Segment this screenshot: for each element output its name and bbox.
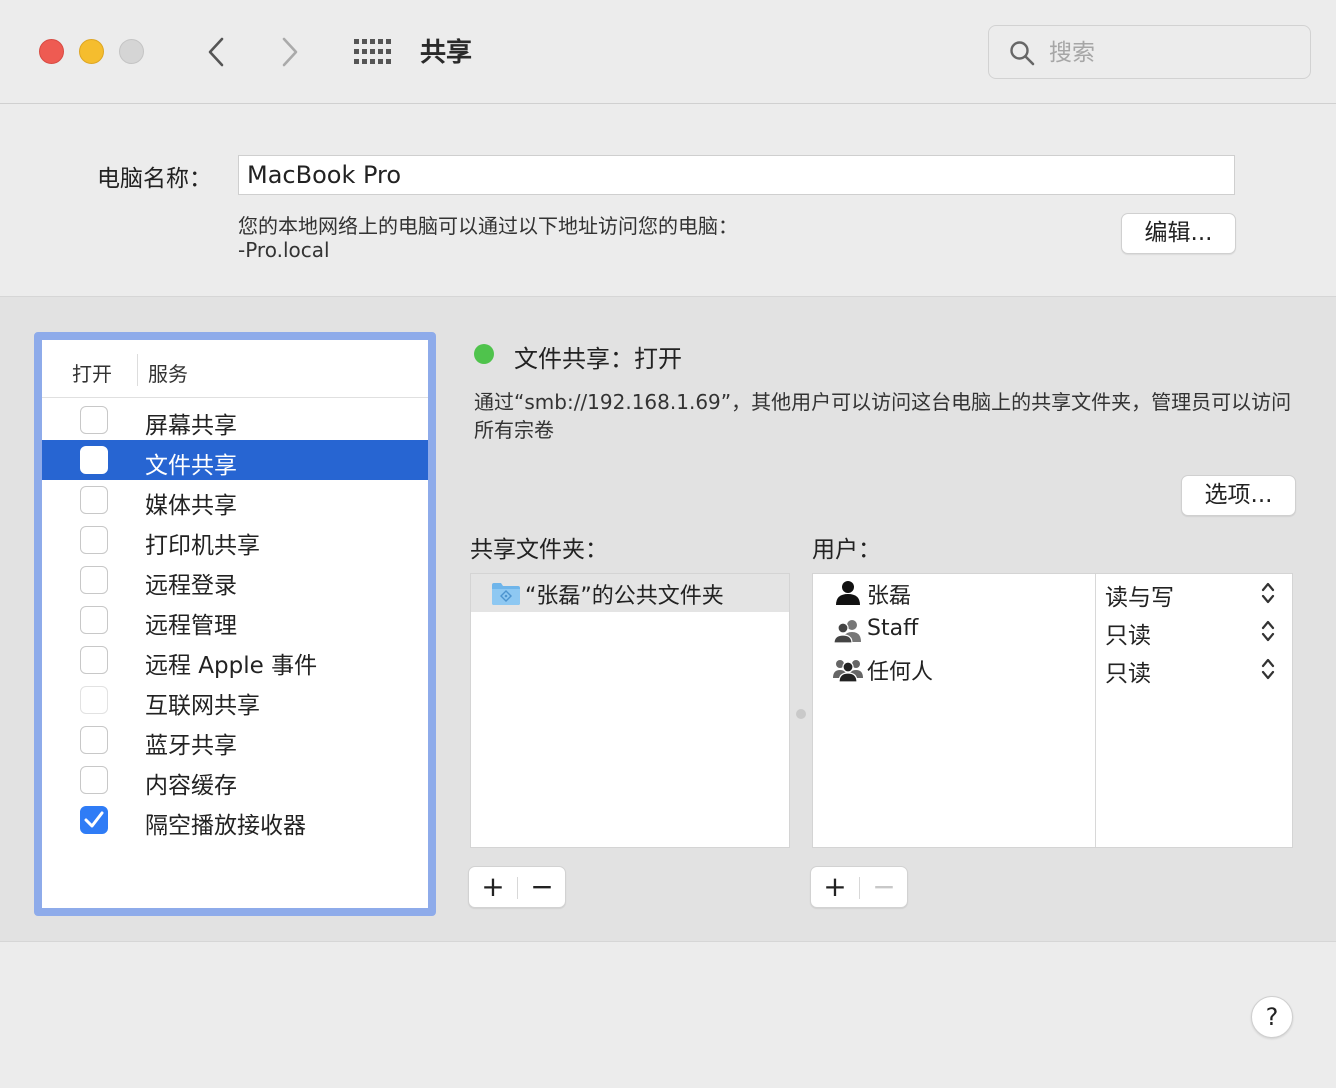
- service-status-title: 文件共享：打开: [514, 345, 682, 373]
- column-divider: [137, 354, 138, 386]
- title-bar: 共享: [0, 0, 1336, 104]
- service-row[interactable]: 隔空播放接收器: [42, 800, 428, 840]
- back-button[interactable]: [196, 30, 236, 74]
- permission-select[interactable]: 读与写: [1105, 578, 1174, 612]
- user-row[interactable]: 任何人 只读: [813, 650, 1292, 688]
- service-checkbox[interactable]: [80, 566, 108, 594]
- status-indicator-icon: [474, 344, 494, 364]
- checkmark-icon: [84, 451, 104, 468]
- user-name: Staff: [867, 616, 919, 641]
- service-label: 内容缓存: [145, 773, 237, 799]
- permission-select[interactable]: 只读: [1105, 654, 1151, 688]
- chevron-left-icon: [208, 37, 224, 67]
- edit-name-button[interactable]: 编辑...: [1121, 213, 1236, 254]
- service-checkbox[interactable]: [80, 646, 108, 674]
- user-row[interactable]: 张磊 读与写: [813, 574, 1292, 612]
- everyone-icon: [833, 660, 863, 682]
- search-field[interactable]: [988, 25, 1311, 79]
- zoom-window-button[interactable]: [119, 39, 144, 64]
- service-row[interactable]: 打印机共享: [42, 520, 428, 560]
- options-button[interactable]: 选项...: [1181, 475, 1296, 516]
- service-row[interactable]: 远程 Apple 事件: [42, 640, 428, 680]
- service-row[interactable]: 媒体共享: [42, 480, 428, 520]
- service-row[interactable]: 远程登录: [42, 560, 428, 600]
- service-row[interactable]: 远程管理: [42, 600, 428, 640]
- service-label: 隔空播放接收器: [145, 813, 306, 839]
- users-add-remove-control: + −: [810, 866, 908, 908]
- service-row[interactable]: 蓝牙共享: [42, 720, 428, 760]
- service-description: 通过“smb://192.168.1.69”，其他用户可以访问这台电脑上的共享文…: [474, 390, 1292, 442]
- user-name: 任何人: [867, 660, 934, 685]
- service-label: 蓝牙共享: [145, 733, 237, 759]
- remove-user-button[interactable]: −: [860, 867, 908, 907]
- forward-button[interactable]: [270, 30, 310, 74]
- services-list[interactable]: 打开 服务 屏幕共享文件共享媒体共享打印机共享远程登录远程管理远程 Apple …: [34, 332, 436, 916]
- service-checkbox[interactable]: [80, 446, 108, 474]
- service-row[interactable]: 文件共享: [42, 440, 428, 480]
- service-label: 媒体共享: [145, 493, 237, 519]
- split-view-handle[interactable]: [796, 709, 806, 719]
- grid-icon: [354, 39, 391, 64]
- computer-name-label: 电脑名称：: [97, 166, 212, 192]
- column-header-service[interactable]: 服务: [148, 358, 188, 387]
- shared-folder-name: “张磊”的公共文件夹: [525, 584, 724, 609]
- up-down-chevron-icon[interactable]: [1259, 656, 1277, 682]
- up-down-chevron-icon[interactable]: [1259, 618, 1277, 644]
- help-button[interactable]: ?: [1251, 996, 1293, 1038]
- search-input[interactable]: [1049, 36, 1299, 70]
- search-icon: [1010, 41, 1035, 66]
- computer-name-field[interactable]: [238, 155, 1235, 195]
- address-description: 您的本地网络上的电脑可以通过以下地址访问您的电脑：: [238, 214, 738, 238]
- services-table-header: 打开 服务: [42, 340, 428, 398]
- group-icon: [833, 620, 861, 644]
- service-row[interactable]: 内容缓存: [42, 760, 428, 800]
- service-checkbox[interactable]: [80, 526, 108, 554]
- service-label: 远程登录: [145, 573, 237, 599]
- service-checkbox[interactable]: [80, 726, 108, 754]
- service-checkbox[interactable]: [80, 766, 108, 794]
- users-permissions-table[interactable]: 张磊 读与写 Staff 只读 任何人 只读: [812, 573, 1293, 848]
- public-folder-icon: [492, 583, 520, 605]
- add-folder-button[interactable]: +: [469, 867, 517, 907]
- close-window-button[interactable]: [39, 39, 64, 64]
- single-user-icon: [836, 581, 860, 605]
- service-label: 屏幕共享: [145, 413, 237, 439]
- folders-add-remove-control: + −: [468, 866, 566, 908]
- shared-folders-label: 共享文件夹：: [470, 537, 608, 563]
- checkmark-icon: [84, 811, 104, 828]
- window-title: 共享: [420, 38, 473, 68]
- service-checkbox[interactable]: [80, 806, 108, 834]
- column-header-on[interactable]: 打开: [72, 358, 112, 387]
- users-label: 用户：: [812, 537, 881, 563]
- service-checkbox[interactable]: [80, 486, 108, 514]
- chevron-right-icon: [282, 37, 298, 67]
- shared-folder-row[interactable]: “张磊”的公共文件夹: [471, 574, 789, 612]
- service-label: 互联网共享: [145, 693, 260, 719]
- service-row[interactable]: 屏幕共享: [42, 400, 428, 440]
- service-label: 远程 Apple 事件: [145, 653, 318, 679]
- user-row[interactable]: Staff 只读: [813, 612, 1292, 650]
- service-row[interactable]: 互联网共享: [42, 680, 428, 720]
- show-all-button[interactable]: [352, 36, 392, 68]
- permission-select[interactable]: 只读: [1105, 616, 1151, 650]
- service-label: 文件共享: [145, 453, 237, 479]
- service-label: 打印机共享: [145, 533, 260, 559]
- shared-folders-list[interactable]: “张磊”的公共文件夹: [470, 573, 790, 848]
- service-checkbox[interactable]: [80, 606, 108, 634]
- service-checkbox[interactable]: [80, 406, 108, 434]
- service-label: 远程管理: [145, 613, 237, 639]
- up-down-chevron-icon[interactable]: [1259, 580, 1277, 606]
- service-checkbox[interactable]: [80, 686, 108, 714]
- user-name: 张磊: [867, 584, 912, 609]
- add-user-button[interactable]: +: [811, 867, 859, 907]
- minimize-window-button[interactable]: [79, 39, 104, 64]
- local-address: -Pro.local: [238, 238, 330, 262]
- remove-folder-button[interactable]: −: [518, 867, 566, 907]
